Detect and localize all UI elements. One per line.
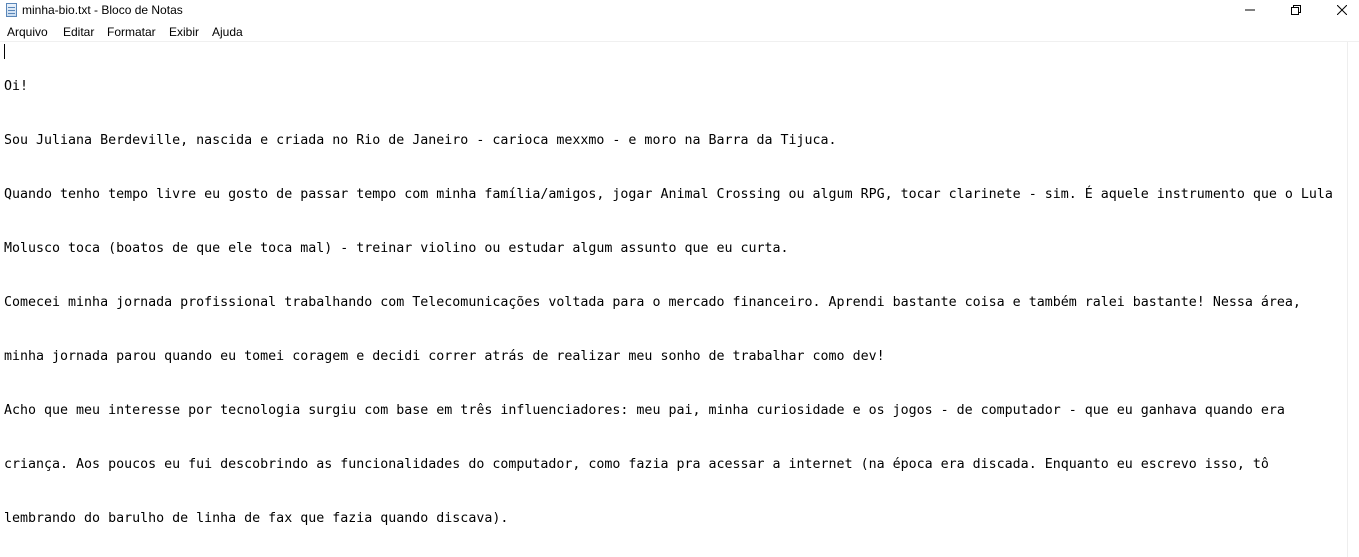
menu-bar: Arquivo Editar Formatar Exibir Ajuda bbox=[0, 22, 1359, 42]
vertical-scrollbar[interactable] bbox=[1347, 42, 1359, 557]
text-line: Sou Juliana Berdeville, nascida e criada… bbox=[4, 133, 837, 148]
restore-icon bbox=[1291, 5, 1301, 15]
text-line: criança. Aos poucos eu fui descobrindo a… bbox=[4, 457, 1269, 472]
menu-formatar[interactable]: Formatar bbox=[107, 25, 156, 39]
text-line: Molusco toca (boatos de que ele toca mal… bbox=[4, 241, 789, 256]
notepad-icon[interactable] bbox=[6, 3, 17, 17]
document-text[interactable]: Oi! Sou Juliana Berdeville, nascida e cr… bbox=[4, 42, 1344, 557]
restore-button[interactable] bbox=[1273, 0, 1319, 22]
close-button[interactable] bbox=[1319, 0, 1359, 22]
text-line: Quando tenho tempo livre eu gosto de pas… bbox=[4, 187, 1333, 202]
title-bar[interactable]: minha-bio.txt - Bloco de Notas bbox=[0, 0, 1359, 22]
text-line: lembrando do barulho de linha de fax que… bbox=[4, 511, 509, 526]
text-caret bbox=[4, 44, 5, 59]
window-title: minha-bio.txt - Bloco de Notas bbox=[22, 3, 183, 17]
minimize-icon bbox=[1245, 9, 1255, 11]
text-editor[interactable]: Oi! Sou Juliana Berdeville, nascida e cr… bbox=[0, 42, 1347, 557]
menu-ajuda[interactable]: Ajuda bbox=[212, 25, 243, 39]
menu-editar[interactable]: Editar bbox=[63, 25, 94, 39]
menu-exibir[interactable]: Exibir bbox=[169, 25, 199, 39]
text-line: minha jornada parou quando eu tomei cora… bbox=[4, 349, 885, 364]
menu-arquivo[interactable]: Arquivo bbox=[7, 25, 48, 39]
close-icon bbox=[1337, 5, 1347, 15]
text-line: Comecei minha jornada profissional traba… bbox=[4, 295, 1301, 310]
minimize-button[interactable] bbox=[1227, 0, 1273, 22]
text-line: Oi! bbox=[4, 79, 29, 94]
notepad-window: minha-bio.txt - Bloco de Notas Arquivo E… bbox=[0, 0, 1359, 557]
text-line: Acho que meu interesse por tecnologia su… bbox=[4, 403, 1285, 418]
